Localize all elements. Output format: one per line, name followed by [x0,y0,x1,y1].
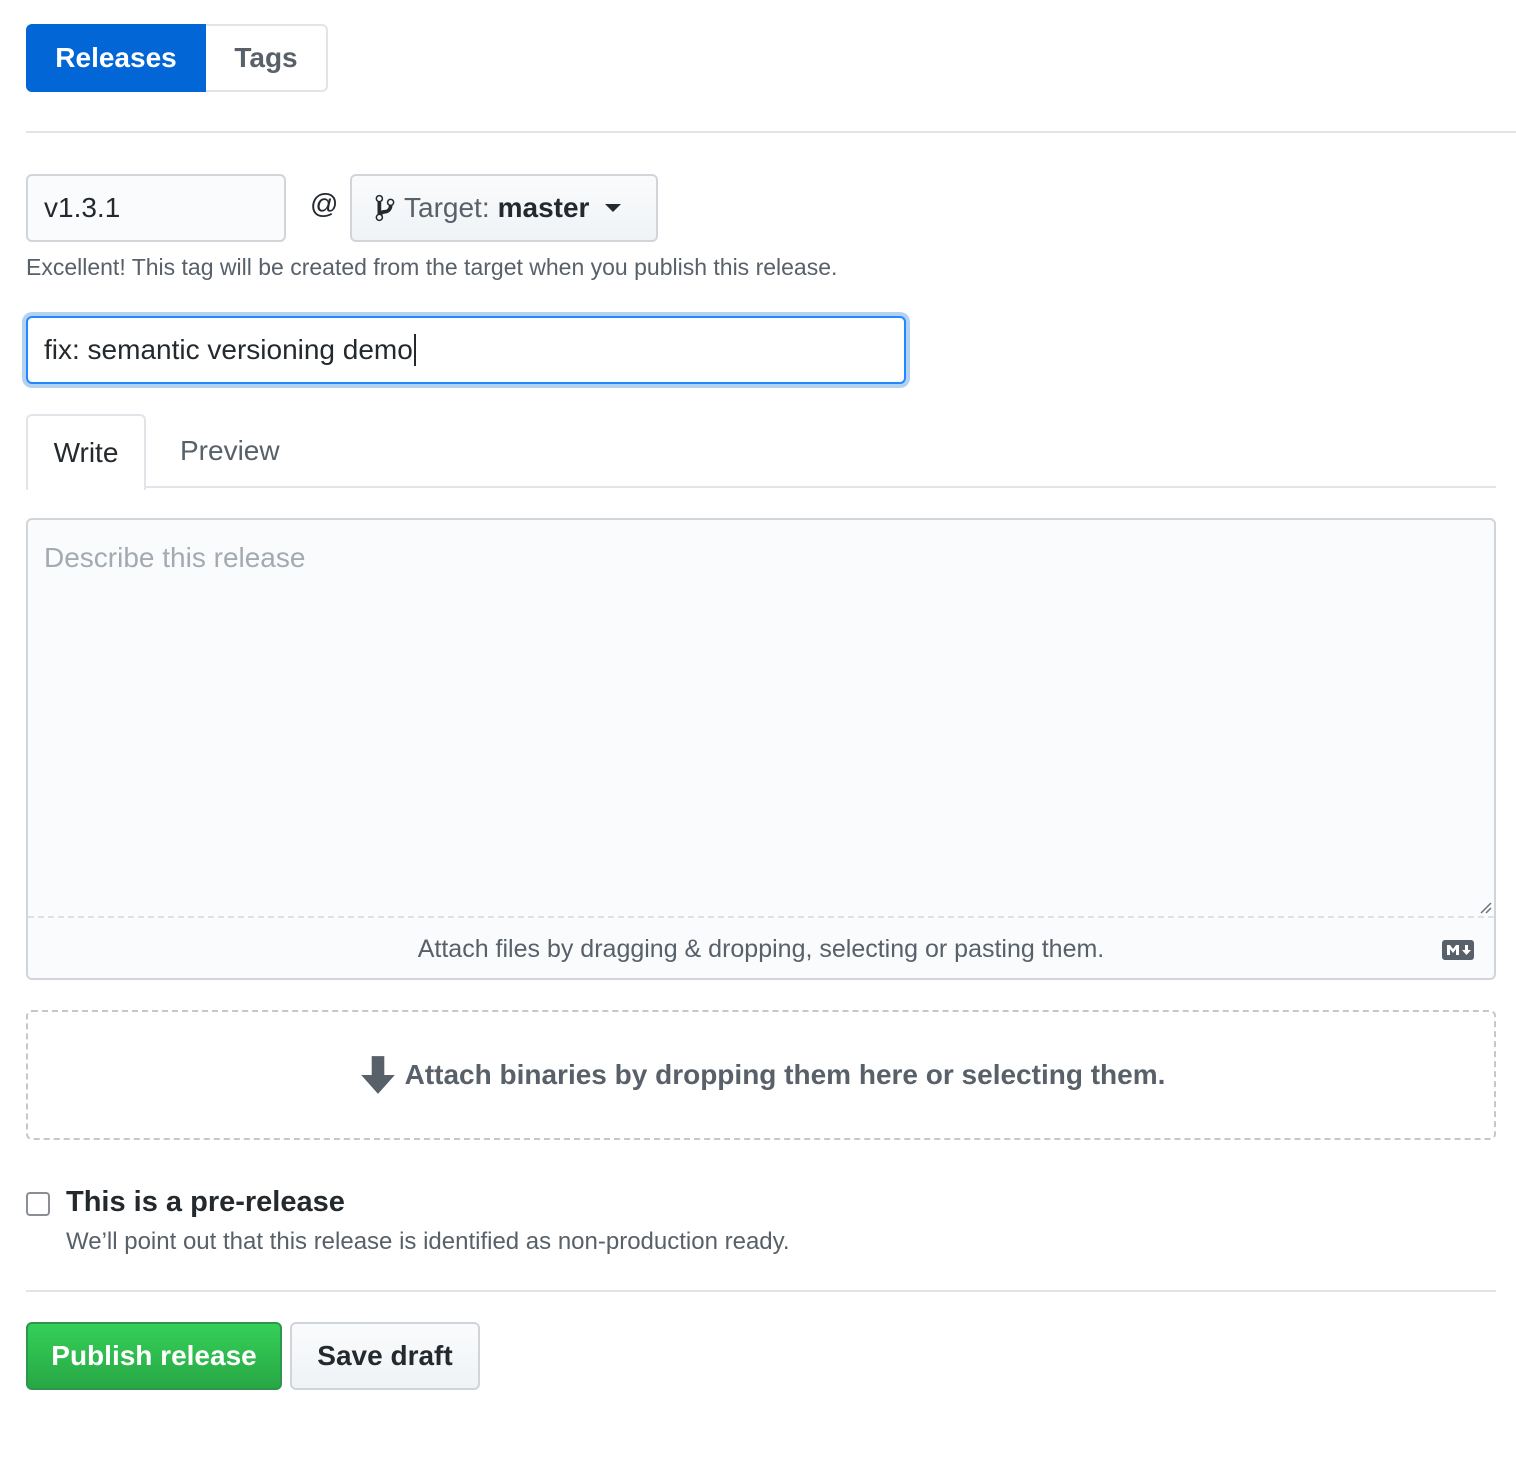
binaries-dropzone[interactable]: Attach binaries by dropping them here or… [26,1010,1496,1140]
releases-tags-subnav: Releases Tags [26,24,328,92]
target-branch-button[interactable]: Target: master [350,174,658,242]
tab-write[interactable]: Write [26,414,146,490]
attach-files-text: Attach files by dragging & dropping, sel… [417,934,1105,963]
at-separator: @ [310,188,339,219]
divider [26,1290,1496,1292]
tag-version-input[interactable]: v1.3.1 [26,174,286,242]
release-title-value: fix: semantic versioning demo [44,334,413,365]
divider [26,131,1516,133]
prerelease-checkbox[interactable] [26,1192,50,1216]
publish-release-button[interactable]: Publish release [26,1322,282,1390]
editor-tabnav: Write Preview [26,414,1496,490]
target-prefix: Target: [404,192,490,223]
resize-handle-icon[interactable] [1478,900,1492,914]
tags-tab[interactable]: Tags [206,24,328,92]
prerelease-label[interactable]: This is a pre-release [66,1186,345,1219]
prerelease-note: We’ll point out that this release is ide… [66,1228,790,1255]
arrow-down-icon [360,1056,395,1094]
git-branch-icon [375,194,395,222]
release-title-input[interactable]: fix: semantic versioning demo [26,316,906,384]
release-description-editor[interactable]: Describe this release Attach files by dr… [26,518,1496,980]
attach-files-bar[interactable]: Attach files by dragging & dropping, sel… [28,916,1494,980]
text-cursor [413,334,416,366]
save-draft-button[interactable]: Save draft [290,1322,480,1390]
description-placeholder: Describe this release [44,542,306,573]
tab-preview[interactable]: Preview [180,414,280,488]
caret-down-icon [605,204,622,212]
tag-hint: Excellent! This tag will be created from… [26,254,838,280]
markdown-icon[interactable] [1442,940,1474,960]
target-branch-name: master [497,192,590,223]
releases-tab[interactable]: Releases [26,24,206,92]
binaries-text: Attach binaries by dropping them here or… [404,1059,1166,1090]
